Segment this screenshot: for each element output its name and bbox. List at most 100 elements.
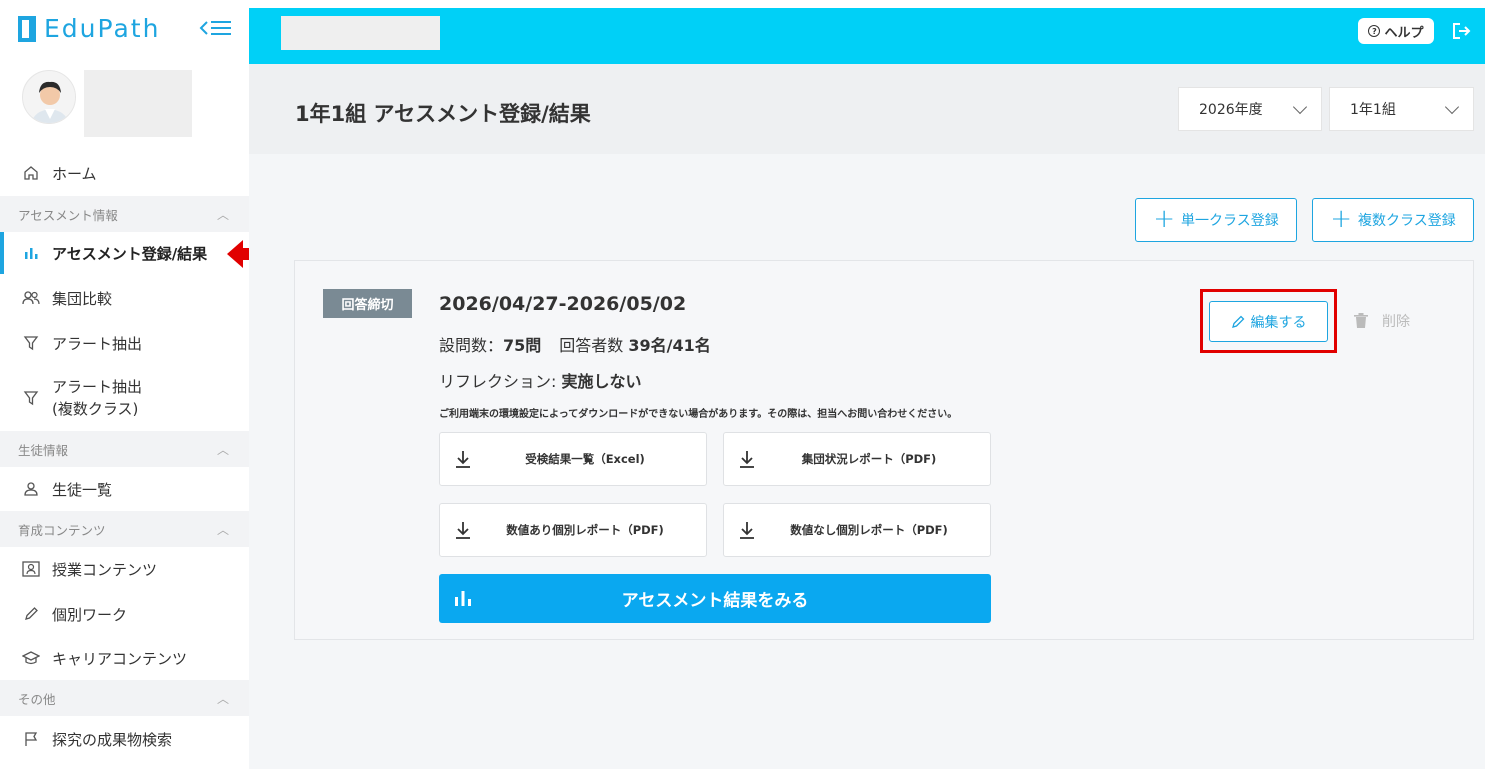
flag-icon bbox=[22, 730, 40, 748]
button-label: 削除 bbox=[1382, 314, 1410, 330]
top-bar: ? ヘルプ bbox=[249, 8, 1485, 64]
chevron-up-icon: ︿ bbox=[216, 691, 229, 706]
sidebar-item-class-contents[interactable]: 授業コンテンツ bbox=[0, 554, 249, 584]
presentation-icon bbox=[22, 560, 40, 578]
questions-label: 設問数： bbox=[439, 336, 504, 355]
chevron-down-icon bbox=[1444, 99, 1460, 114]
sidebar-item-assessment-register[interactable]: アセスメント登録/結果 bbox=[0, 232, 249, 274]
assessment-period: 2026/04/27-2026/05/02 bbox=[439, 293, 687, 315]
sidebar-item-home[interactable]: ホーム bbox=[0, 158, 249, 188]
help-button[interactable]: ? ヘルプ bbox=[1358, 18, 1434, 44]
chevron-up-icon: ︿ bbox=[216, 442, 229, 457]
button-label: 単一クラス登録 bbox=[1181, 213, 1279, 229]
sidebar-item-alert-multi[interactable]: アラート抽出 (複数クラス) bbox=[0, 375, 249, 421]
class-select[interactable]: 1年1組 bbox=[1329, 87, 1474, 131]
download-icon bbox=[454, 520, 472, 540]
user-icon bbox=[22, 480, 40, 498]
user-name-placeholder bbox=[84, 70, 192, 137]
school-name-placeholder bbox=[281, 16, 440, 50]
sidebar: EduPath ホーム アセスメント情報 ︿ アセスメント登録/結果 集団比較 … bbox=[0, 0, 261, 769]
chevron-down-icon bbox=[1292, 99, 1308, 114]
button-label: 数値あり個別レポート（PDF) bbox=[506, 523, 664, 537]
pencil-icon bbox=[1231, 315, 1245, 329]
view-assessment-results-button[interactable]: アセスメント結果をみる bbox=[439, 574, 991, 623]
download-group-report-button[interactable]: 集団状況レポート（PDF) bbox=[723, 432, 991, 486]
sidebar-item-label: アラート抽出 bbox=[52, 334, 143, 353]
single-class-register-button[interactable]: + 単一クラス登録 bbox=[1135, 198, 1297, 242]
class-select-value: 1年1組 bbox=[1350, 102, 1396, 118]
label-line-2: (複数クラス) bbox=[52, 400, 139, 418]
sidebar-item-group-compare[interactable]: 集団比較 bbox=[0, 283, 249, 313]
sidebar-item-label: 授業コンテンツ bbox=[52, 560, 158, 579]
sidebar-item-label: 生徒一覧 bbox=[52, 480, 113, 499]
reflection-value: 実施しない bbox=[561, 372, 642, 391]
label-line-1: アラート抽出 bbox=[52, 378, 143, 396]
sidebar-item-label: キャリアコンテンツ bbox=[52, 649, 188, 668]
avatar[interactable] bbox=[22, 70, 76, 124]
sidebar-collapse-icon[interactable] bbox=[199, 16, 233, 40]
edupath-logo[interactable]: EduPath bbox=[18, 14, 160, 43]
download-excel-button[interactable]: 受検結果一覧（Excel) bbox=[439, 432, 707, 486]
sidebar-item-career[interactable]: キャリアコンテンツ bbox=[0, 643, 249, 673]
help-label: ヘルプ bbox=[1384, 25, 1424, 41]
trash-icon bbox=[1354, 313, 1368, 329]
sidebar-section-students[interactable]: 生徒情報 ︿ bbox=[0, 431, 249, 467]
button-label: アセスメント結果をみる bbox=[621, 591, 809, 611]
plus-icon: + bbox=[1153, 203, 1176, 234]
plus-icon: + bbox=[1330, 203, 1353, 234]
logout-icon[interactable] bbox=[1451, 21, 1471, 41]
sidebar-item-label: アラート抽出 (複数クラス) bbox=[52, 376, 142, 420]
section-label: その他 bbox=[18, 691, 56, 707]
multi-class-register-button[interactable]: + 複数クラス登録 bbox=[1312, 198, 1474, 242]
filter-icon bbox=[22, 389, 40, 407]
section-label: アセスメント情報 bbox=[18, 207, 118, 223]
button-label: 集団状況レポート（PDF) bbox=[801, 452, 937, 466]
filter-icon bbox=[22, 334, 40, 352]
sidebar-item-label: アセスメント登録/結果 bbox=[52, 244, 208, 263]
sidebar-item-individual-work[interactable]: 個別ワーク bbox=[0, 599, 249, 629]
sidebar-item-alert[interactable]: アラート抽出 bbox=[0, 328, 249, 358]
bar-chart-icon bbox=[22, 244, 40, 262]
button-label: 受検結果一覧（Excel) bbox=[525, 452, 645, 466]
download-icon bbox=[738, 449, 756, 469]
year-select[interactable]: 2026年度 bbox=[1178, 87, 1322, 131]
logo-mark-icon bbox=[18, 15, 36, 42]
sidebar-item-label: 個別ワーク bbox=[52, 605, 128, 624]
pencil-icon bbox=[22, 605, 40, 623]
reflection-label: リフレクション: bbox=[439, 372, 562, 391]
page-title: 1年1組 アセスメント登録/結果 bbox=[295, 102, 591, 126]
section-label: 育成コンテンツ bbox=[18, 522, 106, 538]
sidebar-item-student-list[interactable]: 生徒一覧 bbox=[0, 474, 249, 504]
sidebar-item-label: 探究の成果物検索 bbox=[52, 730, 173, 749]
bar-chart-icon bbox=[453, 588, 473, 608]
download-notice: ご利用端末の環境設定によってダウンロードができない場合があります。その際は、担当… bbox=[439, 409, 958, 420]
chevron-up-icon: ︿ bbox=[216, 522, 229, 537]
button-label: 数値なし個別レポート（PDF) bbox=[790, 523, 948, 537]
section-label: 生徒情報 bbox=[18, 442, 69, 458]
home-icon bbox=[22, 164, 40, 182]
button-label: 編集する bbox=[1250, 314, 1307, 331]
questions-value: 75問 bbox=[503, 336, 542, 355]
question-icon: ? bbox=[1368, 25, 1381, 37]
main-content: 1年1組 アセスメント登録/結果 2026年度 1年1組 + 単一クラス登録 +… bbox=[249, 64, 1485, 769]
year-select-value: 2026年度 bbox=[1199, 102, 1263, 118]
sidebar-item-label: 集団比較 bbox=[52, 289, 113, 308]
download-icon bbox=[454, 449, 472, 469]
download-individual-without-values-button[interactable]: 数値なし個別レポート（PDF) bbox=[723, 503, 991, 557]
reflection-info: リフレクション: 実施しない bbox=[439, 368, 642, 392]
chevron-up-icon: ︿ bbox=[216, 207, 229, 222]
button-label: 複数クラス登録 bbox=[1358, 213, 1456, 229]
users-icon bbox=[22, 289, 40, 307]
assessment-stats: 設問数：75問 回答者数 39名/41名 bbox=[439, 332, 711, 356]
edit-button[interactable]: 編集する bbox=[1209, 301, 1328, 342]
respondents-value: 39名/41名 bbox=[628, 336, 711, 355]
status-badge: 回答締切 bbox=[323, 289, 412, 318]
sidebar-section-assessment[interactable]: アセスメント情報 ︿ bbox=[0, 196, 249, 232]
sidebar-section-contents[interactable]: 育成コンテンツ ︿ bbox=[0, 511, 249, 547]
delete-button[interactable]: 削除 bbox=[1354, 311, 1410, 331]
assessment-card: 回答締切 2026/04/27-2026/05/02 設問数：75問 回答者数 3… bbox=[294, 260, 1474, 640]
sidebar-item-inquiry-search[interactable]: 探究の成果物検索 bbox=[0, 724, 249, 754]
logo-text: EduPath bbox=[44, 14, 161, 43]
sidebar-section-other[interactable]: その他 ︿ bbox=[0, 680, 249, 716]
download-individual-with-values-button[interactable]: 数値あり個別レポート（PDF) bbox=[439, 503, 707, 557]
